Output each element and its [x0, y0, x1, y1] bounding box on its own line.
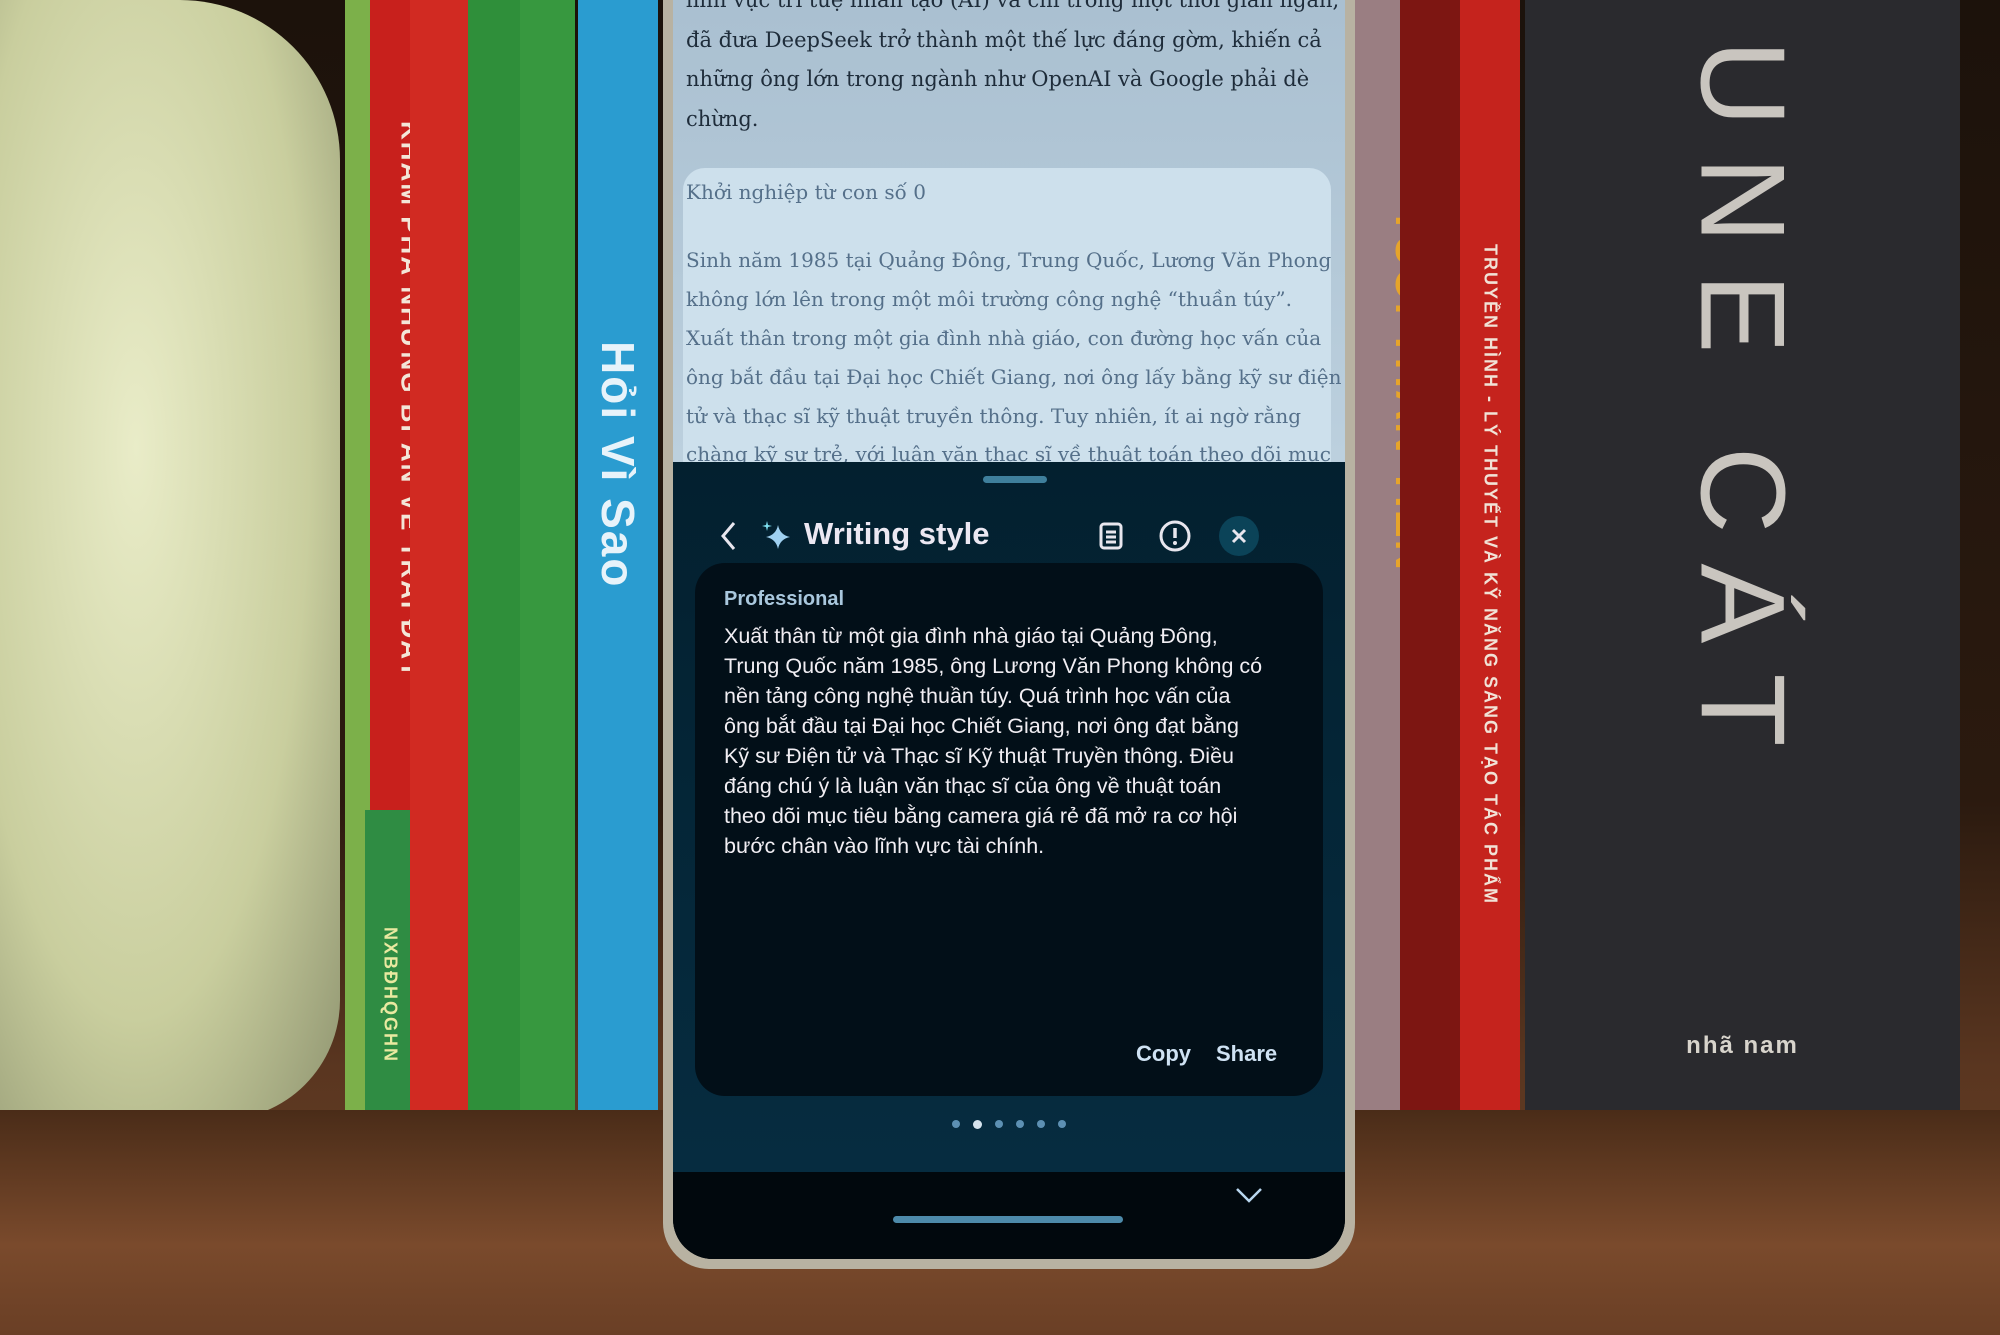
- page-dot[interactable]: [1058, 1120, 1066, 1128]
- rewritten-text: Xuất thân từ một gia đình nhà giáo tại Q…: [724, 621, 1294, 861]
- page-dot[interactable]: [1016, 1120, 1024, 1128]
- article-line: chàng kỹ sư trẻ, với luận văn thạc sĩ về…: [686, 442, 1331, 462]
- book-spine: [410, 0, 470, 1180]
- article-line: những ông lớn trong ngành như OpenAI và …: [686, 67, 1310, 91]
- article-line: đã đưa DeepSeek trở thành một thế lực đá…: [686, 28, 1322, 52]
- close-button[interactable]: [1219, 516, 1259, 556]
- article-heading: Khởi nghiệp từ con số 0: [686, 180, 926, 204]
- copy-button[interactable]: Copy: [1136, 1041, 1191, 1067]
- chevron-down-icon[interactable]: [1229, 1178, 1269, 1212]
- page-dot[interactable]: [1037, 1120, 1045, 1128]
- article-line: tử và thạc sĩ kỹ thuật truyền thông. Tuy…: [686, 404, 1302, 428]
- text-line: đáng chú ý là luận văn thạc sĩ của ông v…: [724, 774, 1222, 798]
- compare-icon[interactable]: [1093, 516, 1131, 556]
- share-button[interactable]: Share: [1216, 1041, 1277, 1067]
- text-line: theo dõi mục tiêu bằng camera giá rẻ đã …: [724, 804, 1238, 828]
- page-dot[interactable]: [995, 1120, 1003, 1128]
- text-line: Kỹ sư Điện tử và Thạc sĩ Kỹ thuật Truyền…: [724, 744, 1234, 768]
- article-line: không lớn lên trong một môi trường công …: [686, 287, 1292, 311]
- page-indicator[interactable]: [673, 1120, 1345, 1129]
- book-spine: [520, 0, 575, 1175]
- writing-style-panel: Writing style Professional Xuất thân từ …: [673, 462, 1345, 1172]
- chevron-left-icon[interactable]: [713, 516, 743, 556]
- plush-toy: [0, 0, 340, 1120]
- book-spine: Hỏi Vì Sao: [578, 0, 658, 1180]
- text-line: Trung Quốc năm 1985, ông Lương Văn Phong…: [724, 654, 1263, 678]
- article-line: ông bắt đầu tại Đại học Chiết Giang, nơi…: [686, 365, 1342, 389]
- text-line: bước chân vào lĩnh vực tài chính.: [724, 834, 1045, 858]
- sparkle-icon: [759, 518, 795, 554]
- phone: lĩnh vực trí tuệ nhân tạo (AI) và chỉ tr…: [663, 0, 1355, 1269]
- style-label: Professional: [724, 588, 845, 610]
- close-icon: [1231, 528, 1247, 544]
- article-line: Sinh năm 1985 tại Quảng Đông, Trung Quốc…: [686, 248, 1332, 272]
- page-dot[interactable]: [952, 1120, 960, 1128]
- navigation-bar: [673, 1172, 1345, 1259]
- panel-header: Writing style: [673, 502, 1345, 572]
- home-indicator[interactable]: [893, 1216, 1123, 1223]
- phone-screen: lĩnh vực trí tuệ nhân tạo (AI) và chỉ tr…: [673, 0, 1345, 1259]
- panel-title: Writing style: [804, 516, 990, 551]
- article-view: lĩnh vực trí tuệ nhân tạo (AI) và chỉ tr…: [673, 0, 1345, 462]
- article-line: chừng.: [686, 107, 759, 131]
- text-line: nền tảng công nghệ thuần túy. Quá trình …: [724, 684, 1231, 708]
- book-spine: TRUYỀN HÌNH - LÝ THUYẾT VÀ KỸ NĂNG SÁNG …: [1460, 0, 1520, 1150]
- book-spine: UNE CÁT nhã nam: [1525, 0, 1960, 1210]
- article-line: Xuất thân trong một gia đình nhà giáo, c…: [686, 326, 1322, 350]
- book-spine: [468, 0, 520, 1175]
- drag-handle[interactable]: [983, 476, 1047, 483]
- result-card: Professional Xuất thân từ một gia đình n…: [695, 563, 1323, 1096]
- page-dot[interactable]: [973, 1120, 982, 1129]
- exclamation-circle-icon[interactable]: [1155, 516, 1195, 556]
- article-line: lĩnh vực trí tuệ nhân tạo (AI) và chỉ tr…: [686, 0, 1340, 12]
- text-line: ông bắt đầu tại Đại học Chiết Giang, nơi…: [724, 714, 1239, 738]
- text-line: Xuất thân từ một gia đình nhà giáo tại Q…: [724, 624, 1218, 648]
